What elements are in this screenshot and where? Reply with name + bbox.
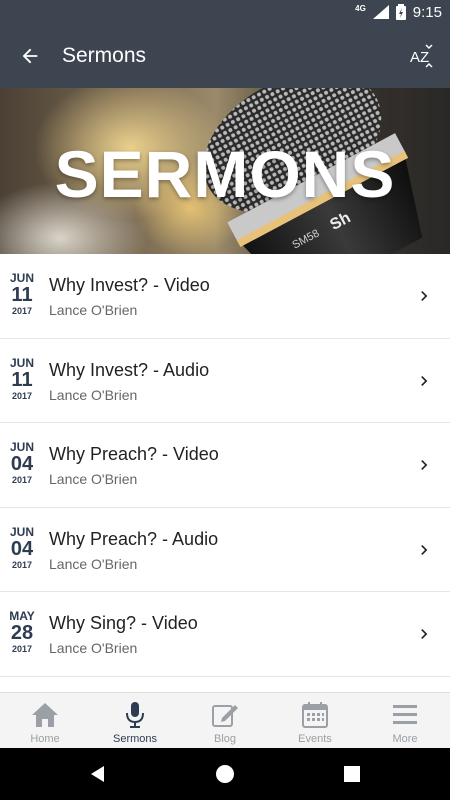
date-day: 11 [11, 284, 33, 306]
date-badge: JUN 11 2017 [6, 357, 38, 401]
date-day: 28 [10, 622, 34, 644]
status-bar: 4G 9:15 [0, 0, 450, 24]
date-year: 2017 [11, 559, 33, 570]
date-badge: JUN 04 2017 [6, 526, 38, 570]
sermon-title: Why Preach? - Video [49, 444, 219, 464]
sermon-list: JUN 11 2017 Why Invest? - Video Lance O'… [0, 254, 450, 677]
date-year: 2017 [11, 390, 33, 401]
sermon-row[interactable]: JUN 04 2017 Why Preach? - Audio Lance O'… [0, 507, 450, 592]
date-month: JUN [9, 271, 34, 285]
date-badge: MAY 28 2017 [6, 610, 38, 654]
sort-button[interactable]: AZ [404, 38, 440, 74]
tab-label: More [392, 733, 418, 745]
sermon-row[interactable]: JUN 04 2017 Why Preach? - Video Lance O'… [0, 423, 450, 508]
chevron-right-icon [421, 460, 428, 470]
sermon-title: Why Invest? - Video [49, 275, 210, 295]
date-day: 04 [10, 537, 34, 560]
sermon-speaker: Lance O'Brien [49, 386, 138, 403]
tab-label: Home [30, 733, 60, 745]
status-icons: 4G 9:15 [355, 3, 442, 21]
tab-label: Sermons [112, 733, 158, 745]
date-month: JUN [9, 524, 34, 539]
sermon-speaker: Lance O'Brien [49, 471, 138, 487]
date-day: 11 [11, 368, 33, 391]
sermon-speaker: Lance O'Brien [49, 640, 138, 656]
chevron-right-icon [421, 544, 428, 555]
signal-icon [372, 5, 389, 19]
date-badge: JUN 04 2017 [6, 441, 38, 485]
tab-label: Events [298, 733, 332, 745]
sermon-row[interactable]: JUN 11 2017 Why Invest? - Audio Lance O'… [0, 338, 450, 423]
sermon-row[interactable]: JUN 11 2017 Why Invest? - Video Lance O'… [0, 254, 450, 339]
chevron-right-icon [421, 375, 428, 386]
sermon-title: Why Sing? - Video [49, 613, 198, 633]
calendar-icon [302, 702, 328, 728]
hero-title: SERMONS [54, 137, 396, 211]
date-month: JUN [9, 355, 34, 370]
sermon-speaker: Lance O'Brien [49, 302, 138, 318]
sermon-speaker: Lance O'Brien [49, 555, 138, 572]
back-button[interactable] [12, 38, 48, 74]
tab-sermons[interactable]: Sermons [90, 693, 180, 748]
menu-icon [393, 705, 417, 724]
sermon-row[interactable]: MAY 28 2017 Why Sing? - Video Lance O'Br… [0, 592, 450, 677]
date-month: JUN [9, 440, 34, 454]
tab-events[interactable]: Events [270, 693, 360, 748]
date-year: 2017 [11, 306, 33, 316]
microphone-icon [126, 702, 144, 728]
date-badge: JUN 11 2017 [6, 272, 38, 316]
bottom-tab-bar: Home Sermons Blog Events More [0, 692, 450, 748]
tab-more[interactable]: More [360, 693, 450, 748]
chevron-right-icon [421, 629, 428, 639]
date-day: 04 [10, 453, 34, 475]
home-icon [32, 703, 58, 727]
app-bar: Sermons AZ [0, 24, 450, 88]
page-title: Sermons [62, 44, 147, 67]
edit-icon [212, 705, 238, 727]
hero-banner: SM58 Sh SERMONS [0, 88, 450, 254]
network-type: 4G [355, 3, 366, 13]
date-year: 2017 [11, 475, 33, 485]
clock: 9:15 [412, 3, 442, 21]
arrow-left-icon [22, 48, 38, 64]
nav-home-icon[interactable] [213, 762, 237, 786]
sermon-title: Why Preach? - Audio [49, 528, 219, 549]
chevron-right-icon [421, 291, 428, 301]
date-month: MAY [9, 609, 35, 623]
sort-label: AZ [410, 49, 429, 66]
tab-label: Blog [213, 733, 237, 745]
tab-home[interactable]: Home [0, 693, 90, 748]
sermon-title: Why Invest? - Audio [49, 359, 210, 380]
date-year: 2017 [11, 644, 33, 654]
system-nav-bar [0, 748, 450, 800]
battery-icon [395, 4, 406, 20]
tab-blog[interactable]: Blog [180, 693, 270, 748]
nav-recents-icon[interactable] [340, 762, 364, 786]
nav-back-icon[interactable] [86, 762, 110, 786]
sort-az-icon: AZ [410, 44, 433, 68]
